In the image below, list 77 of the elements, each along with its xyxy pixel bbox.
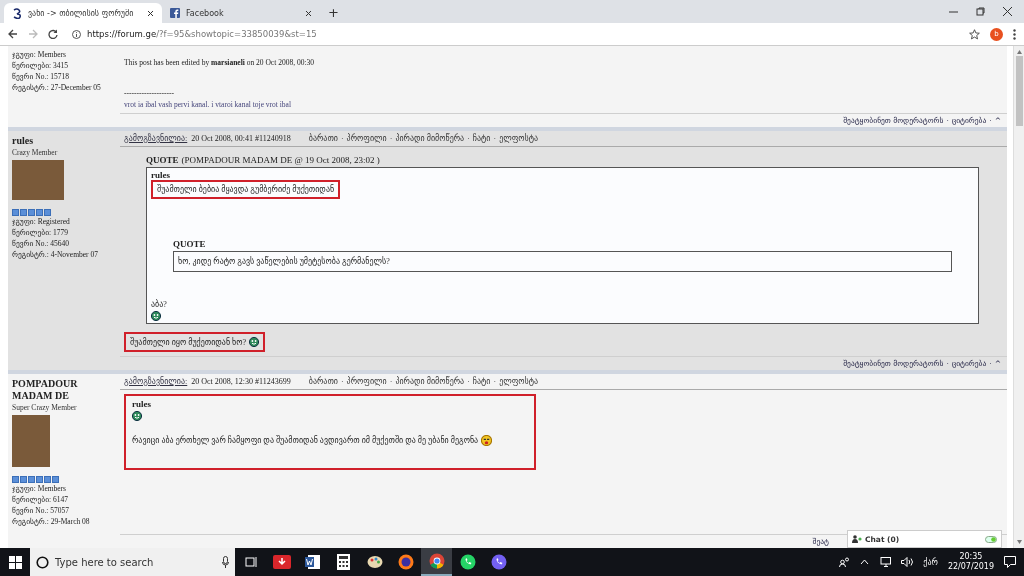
author-name[interactable]: rules [12,135,116,147]
user-online-icon [852,535,862,543]
action-link[interactable]: პროფილი [346,377,387,386]
separator-dot: · [340,134,344,143]
action-link[interactable]: პირადი მიმოწერა [395,134,465,143]
action-link[interactable]: ჩატი [472,377,491,386]
action-link[interactable]: ჩატი [472,134,491,143]
document-icon[interactable] [304,554,321,570]
restore-icon[interactable] [976,7,985,16]
network-icon[interactable] [879,557,892,567]
menu-icon[interactable] [1013,28,1016,40]
close-icon[interactable] [1003,7,1012,16]
separator-dot: · [493,134,497,143]
post-text: აბა? [151,298,167,311]
separator-dot: · [467,134,470,143]
author-name[interactable]: POMPADOUR MADAM DE [12,378,116,402]
reload-icon[interactable] [48,29,58,39]
new-tab-button[interactable]: + [320,5,347,23]
download-icon[interactable] [272,555,291,569]
language-indicator[interactable]: ქარ [923,557,938,567]
action-link[interactable]: ბარათი [308,134,338,143]
posted-link[interactable]: გამოგზავნილია: [124,377,188,386]
back-icon[interactable] [8,29,18,39]
phone-bubble-icon[interactable] [490,554,507,570]
palette-icon[interactable] [366,554,383,570]
clock-time[interactable]: 20:35 [959,552,983,562]
action-link[interactable]: პირადი მიმოწერა [395,377,465,386]
post-text: რავიცი აბა ერთხელ ვარ ჩამყოფი და შუამთიდან ავდივართ იმ მუქეთში და მე უბანი მეგონა [132,436,479,445]
close-icon[interactable] [305,9,312,17]
browser-icon[interactable] [428,553,445,569]
browser-tab[interactable]: Facebook [162,3,320,23]
action-link[interactable]: ბარათი [308,377,338,386]
separator-dot: · [340,377,344,386]
scrollbar[interactable] [1014,46,1024,548]
close-icon[interactable] [147,9,154,17]
action-link[interactable]: ელფოსტა [499,377,539,386]
post-meta: 20 Oct 2008, 00:41 #11240918 [191,134,291,143]
search-field[interactable]: Type here to search [30,548,235,576]
windows-logo-icon[interactable] [8,555,22,569]
chevron-up-icon[interactable] [860,559,870,565]
people-icon[interactable] [839,557,851,567]
post-meta: 20 Oct 2008, 12:30 #11243699 [191,377,291,386]
toggle-icon[interactable] [985,535,997,543]
separator-dot: · [467,377,470,386]
post-text: ხო, კიდე რატო გავს ვაწელების უმეტესობა გერმანელს? [178,255,390,268]
calculator-icon[interactable] [337,554,350,570]
post-text: შუამთელი იყო მუქეთიდან ხო? [130,337,247,347]
f-logo-icon [170,8,180,18]
quoted-author: rules [132,399,151,409]
quote-source: (POMPADOUR MADAM DE @ 19 Oct 2008, 23:02 ) [181,155,380,165]
separator-dot: · [389,134,393,143]
site-logo-icon [12,7,22,19]
posted-link[interactable]: გამოგზავნილია: [124,134,188,143]
quoted-author: rules [151,170,170,180]
search-icon [36,555,49,569]
scroll-thumb[interactable] [1015,56,1023,126]
scroll-up-icon[interactable] [1016,50,1022,54]
action-link[interactable]: ელფოსტა [499,134,539,143]
browser-tab[interactable]: ვანი -> თბილისის ფორუმი [4,3,162,23]
smiley-icon [132,411,142,421]
phone-bubble-icon[interactable] [459,554,476,570]
quote-label: QUOTE [146,155,179,165]
notification-icon[interactable] [1004,556,1016,568]
smiley-icon [249,337,260,347]
highlighted-text: შუამთელი ბებია მყავდა გუმბერიძე მუქეთიდან [151,180,341,199]
quote-label: QUOTE [173,239,206,249]
star-icon[interactable] [969,28,980,40]
smiley-icon [151,311,161,321]
separator-dot: · [389,377,393,386]
separator-dot: · [493,377,497,386]
action-link[interactable]: პროფილი [346,134,387,143]
scroll-down-icon[interactable] [1016,540,1022,544]
volume-icon[interactable] [901,557,914,567]
task-view-icon[interactable] [243,555,258,569]
info-icon[interactable] [72,29,81,39]
microphone-icon[interactable] [222,556,229,568]
clock-date[interactable]: 22/07/2019 [947,562,994,572]
